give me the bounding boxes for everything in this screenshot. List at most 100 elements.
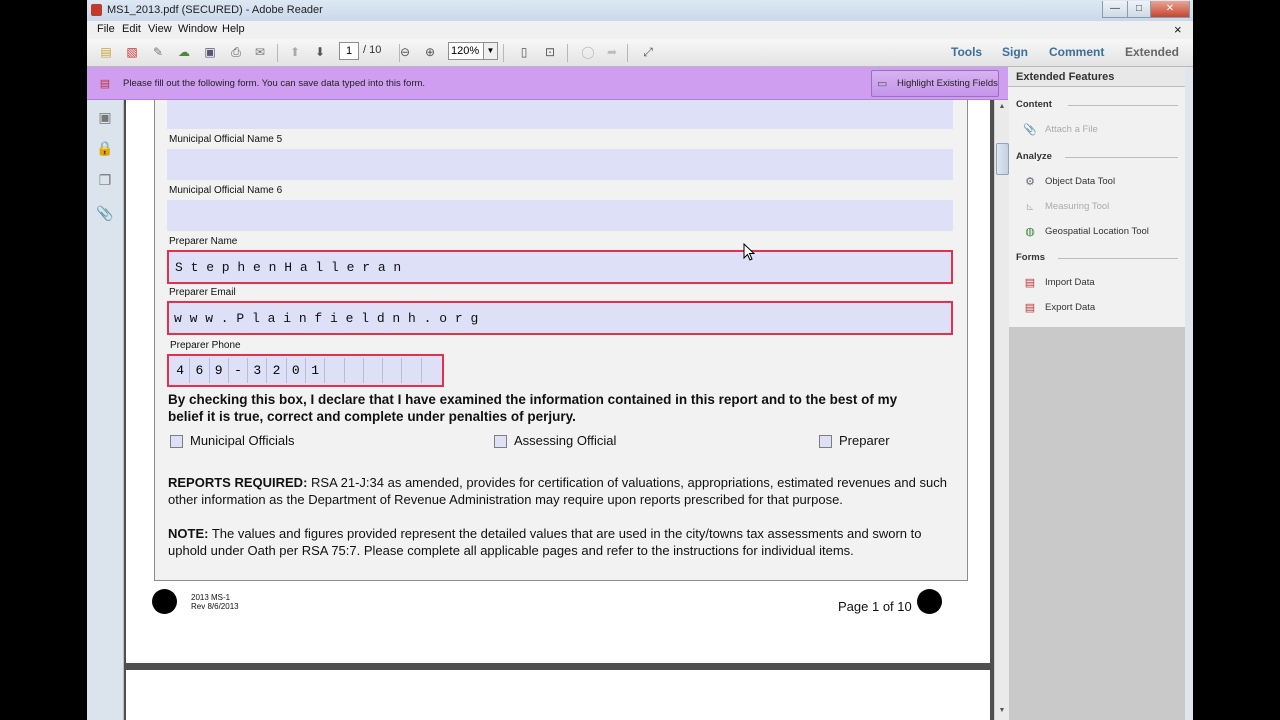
phone-digit: 3 [248,358,268,383]
attachments-icon[interactable]: 📎 [96,204,114,222]
document-viewport: Municipal Official Name 5 Municipal Offi… [124,100,994,720]
toolbar-separator [277,44,278,62]
close-window-button[interactable]: ✕ [1150,1,1190,18]
official-name-4-field[interactable] [167,100,953,129]
preparer-phone-label: Preparer Phone [170,340,241,351]
extended-link[interactable]: Extended [1125,45,1179,59]
cloud-upload-icon[interactable]: ☁ [175,43,193,61]
menu-view[interactable]: View [148,23,172,35]
adobe-reader-icon [91,4,102,16]
section-forms-title: Forms [1016,252,1046,263]
extended-features-panel: Extended Features Content 📎 Attach a Fil… [1008,67,1185,720]
assessing-official-checkbox[interactable] [494,435,507,448]
import-data-item[interactable]: Import Data [1045,277,1095,288]
vertical-scrollbar[interactable]: ▲ ▼ [994,100,1009,720]
attach-file-item: Attach a File [1045,124,1098,135]
section-analyze-title: Analyze [1016,151,1052,162]
reports-required-heading: REPORTS REQUIRED: [168,475,308,490]
preparer-phone-field[interactable]: 4 6 9 - 3 2 0 1 [167,354,444,387]
mouse-cursor-icon [743,243,755,261]
form-footer-id: 2013 MS-1 Rev 8/6/2013 [191,593,239,611]
menu-edit[interactable]: Edit [122,23,141,35]
phone-digit: 4 [171,358,191,383]
window-title: MS1_2013.pdf (SECURED) - Adobe Reader [107,4,323,16]
scrollbar-thumb[interactable] [996,143,1009,175]
save-icon[interactable]: ▣ [201,43,219,61]
layers-icon[interactable]: ❐ [96,171,114,189]
phone-digit: - [229,358,249,383]
fit-width-icon[interactable]: ⊡ [541,43,559,61]
municipal-officials-checkbox[interactable] [170,435,183,448]
globe-icon: ◍ [1025,225,1035,238]
official-name-5-label: Municipal Official Name 5 [169,134,283,145]
scroll-down-icon[interactable]: ▼ [997,706,1007,716]
email-icon[interactable]: ✉ [251,43,269,61]
municipal-officials-label: Municipal Officials [190,433,295,448]
edit-icon[interactable]: ✎ [149,43,167,61]
sign-link[interactable]: Sign [1002,45,1028,59]
menu-file[interactable]: File [97,23,115,35]
export-data-item[interactable]: Export Data [1045,302,1095,313]
export-data-icon: ▤ [1024,301,1036,314]
phone-digit [422,358,440,383]
preparer-email-label: Preparer Email [169,287,236,298]
close-document-button[interactable]: × [1174,22,1182,37]
zoom-input[interactable]: 120% [448,42,485,60]
open-icon[interactable]: ▤ [97,43,115,61]
ruler-icon: ⊾ [1025,200,1035,213]
minimize-button[interactable]: — [1102,1,1128,18]
divider [1065,157,1178,158]
pdf-page-2 [126,670,990,720]
phone-digit [345,358,364,383]
form-document-icon: ▤ [99,78,111,90]
form-info-message: Please fill out the following form. You … [123,78,426,89]
maximize-button[interactable]: □ [1127,1,1151,18]
phone-digit [364,358,384,383]
next-page-icon[interactable]: ⬇ [311,43,329,61]
panel-header: Extended Features [1008,67,1185,87]
comment-link[interactable]: Comment [1049,45,1104,59]
form-revision: Rev 8/6/2013 [191,602,239,611]
zoom-in-icon[interactable]: ⊕ [421,43,439,61]
official-name-5-field[interactable] [167,149,953,180]
preparer-name-value: S t e p h e n H a l l e r a n [175,260,402,275]
navigation-pane: ▣ 🔒 ❐ 📎 [87,100,124,720]
preparer-checkbox[interactable] [819,435,832,448]
tools-link[interactable]: Tools [951,45,982,59]
fit-page-icon[interactable]: ▯ [515,43,533,61]
previous-page-icon[interactable]: ⬆ [286,43,304,61]
page-indicator: Page 1 of 10 [838,599,912,614]
measuring-tool-item: Measuring Tool [1045,201,1110,212]
zoom-dropdown-chevron-icon[interactable]: ▼ [483,42,498,60]
lock-icon[interactable]: 🔒 [96,139,114,157]
toolbar-separator [627,44,628,62]
phone-digit [325,358,345,383]
import-data-icon: ▤ [1024,276,1036,289]
scroll-up-icon[interactable]: ▲ [997,102,1007,112]
page-number-input[interactable]: 1 [339,42,359,60]
phone-digit [402,358,422,383]
official-name-6-label: Municipal Official Name 6 [169,185,283,196]
divider [1068,105,1178,106]
declaration-line-1: By checking this box, I declare that I h… [168,392,898,407]
full-screen-icon[interactable]: ⤢ [639,43,657,61]
reports-required-paragraph: REPORTS REQUIRED: RSA 21-J:34 as amended… [168,474,953,508]
title-bar: MS1_2013.pdf (SECURED) - Adobe Reader — … [87,0,1193,21]
print-icon[interactable]: ⎙ [227,43,245,61]
zoom-out-icon[interactable]: ⊖ [396,43,414,61]
menu-window[interactable]: Window [178,23,217,35]
preparer-email-field[interactable]: w w w . P l a i n f i e l d n h . o r g [167,301,953,335]
note-heading: NOTE: [168,526,209,541]
preparer-name-field[interactable]: S t e p h e n H a l l e r a n [167,250,953,284]
share-disabled-icon: ➦ [606,45,618,59]
form-info-bar: ▤ Please fill out the following form. Yo… [87,67,1008,100]
menu-help[interactable]: Help [222,23,245,35]
create-pdf-icon[interactable]: ▧ [123,43,141,61]
object-data-tool-item[interactable]: Object Data Tool [1045,176,1115,187]
object-data-icon: ⚙ [1025,175,1035,188]
geospatial-location-tool-item[interactable]: Geospatial Location Tool [1045,226,1149,237]
preparer-email-value: w w w . P l a i n f i e l d n h . o r g [174,311,479,326]
highlight-fields-button[interactable]: ▭ Highlight Existing Fields [871,70,999,97]
page-thumbnails-icon[interactable]: ▣ [96,108,114,126]
official-name-6-field[interactable] [167,200,953,231]
